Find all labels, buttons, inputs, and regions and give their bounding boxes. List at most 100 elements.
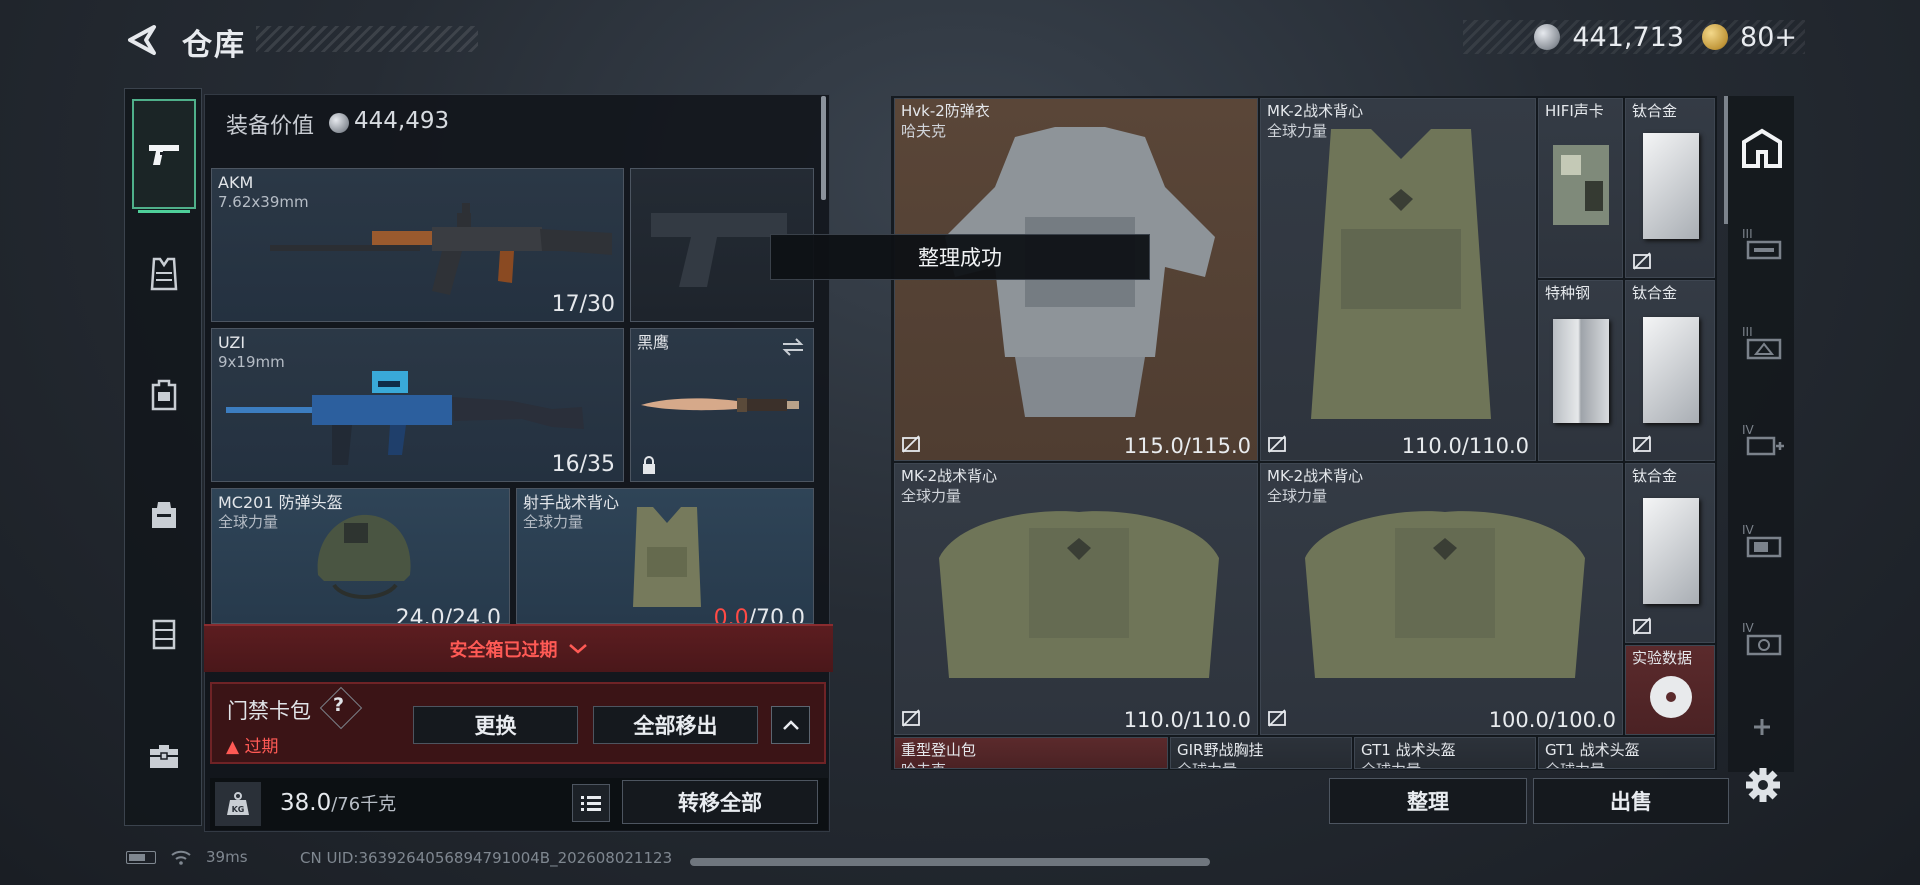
weight-max: /76千克 bbox=[331, 794, 397, 815]
help-icon[interactable]: ? bbox=[333, 694, 344, 716]
nav-weapons[interactable] bbox=[132, 99, 196, 213]
secondary-weapon-slot[interactable]: UZI 9x19mm 16/35 bbox=[211, 328, 624, 482]
safe-case-expired-banner[interactable]: 安全箱已过期 bbox=[204, 624, 833, 672]
no-sell-icon bbox=[1633, 252, 1651, 270]
storage-item-experiment-data[interactable]: 实验数据 bbox=[1625, 645, 1715, 735]
tab-stash-home[interactable] bbox=[1736, 122, 1788, 174]
item-name: 钛合金 bbox=[1632, 284, 1678, 302]
sort-button[interactable]: 整理 bbox=[1329, 778, 1527, 824]
item-brand: 全球力量 bbox=[1361, 759, 1421, 768]
safe-case-status: ▲ 过期 bbox=[226, 732, 278, 757]
chevron-up-icon bbox=[782, 720, 799, 730]
replace-button[interactable]: 更换 bbox=[413, 706, 578, 744]
storage-item-gt1-helmet[interactable]: GT1 战术头盔 全球力量 bbox=[1354, 737, 1536, 769]
chevron-down-icon bbox=[568, 644, 587, 654]
no-sell-icon bbox=[1633, 435, 1651, 453]
weapon-name: UZI bbox=[218, 333, 246, 352]
vest-brand: 全球力量 bbox=[523, 513, 584, 531]
vest-image bbox=[633, 507, 701, 607]
nav-armor[interactable] bbox=[132, 219, 196, 329]
battery-icon bbox=[126, 850, 156, 864]
gold-currency-value[interactable]: 80+ bbox=[1740, 22, 1797, 53]
lock-icon bbox=[643, 456, 655, 474]
equipment-scrollbar[interactable] bbox=[821, 96, 826, 200]
item-brand: 全球力量 bbox=[1177, 759, 1237, 768]
sell-button[interactable]: 出售 bbox=[1533, 778, 1729, 824]
item-brand: 哈夫克 bbox=[901, 759, 946, 768]
back-icon[interactable] bbox=[124, 22, 160, 58]
storage-item-special-steel[interactable]: 特种钢 bbox=[1538, 280, 1623, 461]
tab-iii-b-icon: III bbox=[1742, 325, 1782, 360]
svg-text:III: III bbox=[1742, 325, 1753, 339]
vest-image bbox=[1311, 129, 1491, 419]
safe-case-status-text: 过期 bbox=[244, 737, 279, 757]
item-name: MK-2战术背心 bbox=[901, 467, 998, 485]
tab-iv-b-icon: IV bbox=[1742, 621, 1782, 656]
item-name: MK-2战术背心 bbox=[1267, 102, 1364, 120]
status-bar: 39ms bbox=[126, 848, 248, 866]
melee-slot[interactable]: 黑鹰 bbox=[630, 328, 814, 482]
nav-container[interactable] bbox=[132, 579, 196, 689]
storage-item-gir-rig[interactable]: GIR野战胸挂 全球力量 bbox=[1170, 737, 1352, 769]
tab-stash-iv-add[interactable]: IV bbox=[1736, 414, 1788, 466]
item-name: GIR野战胸挂 bbox=[1177, 741, 1264, 759]
list-view-button[interactable] bbox=[572, 784, 610, 822]
svg-text:IV: IV bbox=[1742, 523, 1755, 537]
storage-item-hifi-soundcard[interactable]: HIFI声卡 bbox=[1538, 98, 1623, 278]
tab-stash-iii[interactable]: III bbox=[1736, 218, 1788, 270]
wifi-icon bbox=[171, 850, 191, 865]
storage-item-titanium[interactable]: 钛合金 bbox=[1625, 98, 1715, 278]
item-durability: 110.0/110.0 bbox=[1401, 434, 1529, 458]
helmet-durability: 24.0/24.0 bbox=[395, 606, 501, 624]
settings-button[interactable] bbox=[1740, 762, 1786, 808]
tab-iv-icon: IV bbox=[1742, 523, 1782, 558]
vest-image bbox=[939, 511, 1219, 678]
vest-slot[interactable]: 射手战术背心 全球力量 0.0/70.0 bbox=[516, 488, 814, 624]
akm-rifle-image bbox=[270, 203, 612, 295]
add-tab-button[interactable] bbox=[1736, 712, 1788, 742]
tab-stash-iv[interactable]: IV bbox=[1736, 514, 1788, 566]
storage-item-mk2-vest[interactable]: MK-2战术背心 全球力量 100.0/100.0 bbox=[1260, 463, 1623, 735]
weight-value: 38.0/76千克 bbox=[280, 790, 396, 816]
tab-iii-icon: III bbox=[1742, 227, 1782, 260]
item-name: 钛合金 bbox=[1632, 102, 1678, 120]
item-durability: 100.0/100.0 bbox=[1488, 708, 1616, 732]
vest-image bbox=[1305, 511, 1585, 678]
nav-briefcase[interactable] bbox=[132, 701, 196, 811]
storage-item-titanium[interactable]: 钛合金 bbox=[1625, 280, 1715, 461]
storage-item-gt1-helmet[interactable]: GT1 战术头盔 全球力量 bbox=[1538, 737, 1715, 769]
no-sell-icon bbox=[902, 435, 920, 453]
left-nav bbox=[124, 88, 202, 826]
silver-currency-value: 441,713 bbox=[1572, 21, 1685, 53]
item-name: 钛合金 bbox=[1632, 467, 1678, 485]
equipment-value: 444,493 bbox=[354, 108, 450, 134]
storage-item-mk2-vest[interactable]: MK-2战术背心 全球力量 110.0/110.0 bbox=[1260, 98, 1536, 461]
stash-tabs-scrollbar[interactable] bbox=[1724, 96, 1728, 224]
disc-image bbox=[1650, 676, 1692, 718]
tab-stash-iii-b[interactable]: III bbox=[1736, 316, 1788, 368]
storage-item-mk2-vest[interactable]: MK-2战术背心 全球力量 110.0/110.0 bbox=[894, 463, 1258, 735]
no-sell-icon bbox=[1268, 435, 1286, 453]
storage-item-heavy-backpack[interactable]: 重型登山包 哈夫克 bbox=[894, 737, 1168, 769]
weapon-name: AKM bbox=[218, 173, 254, 192]
weight-current: 38.0 bbox=[280, 790, 332, 816]
item-name: GT1 战术头盔 bbox=[1545, 741, 1640, 759]
vest-durability-current: 0.0 bbox=[713, 606, 749, 624]
svg-text:IV: IV bbox=[1742, 423, 1755, 437]
nav-pouch[interactable] bbox=[132, 459, 196, 569]
gold-coin-icon[interactable] bbox=[1702, 24, 1729, 50]
item-name: 重型登山包 bbox=[901, 741, 977, 759]
nav-backpack[interactable] bbox=[132, 339, 196, 449]
collapse-button[interactable] bbox=[771, 706, 810, 744]
home-indicator[interactable] bbox=[690, 858, 1210, 866]
weight-icon: KG bbox=[215, 782, 261, 826]
swap-icon[interactable] bbox=[781, 337, 805, 357]
storage-item-titanium[interactable]: 钛合金 bbox=[1625, 463, 1715, 643]
move-all-out-button[interactable]: 全部移出 bbox=[593, 706, 758, 744]
item-name: 实验数据 bbox=[1632, 649, 1693, 667]
tab-stash-iv-b[interactable]: IV bbox=[1736, 612, 1788, 664]
transfer-all-button[interactable]: 转移全部 bbox=[622, 780, 818, 824]
helmet-slot[interactable]: MC201 防弹头盔 全球力量 24.0/24.0 bbox=[211, 488, 510, 624]
primary-weapon-slot[interactable]: AKM 7.62x39mm 17/30 bbox=[211, 168, 624, 322]
melee-name: 黑鹰 bbox=[637, 333, 670, 352]
